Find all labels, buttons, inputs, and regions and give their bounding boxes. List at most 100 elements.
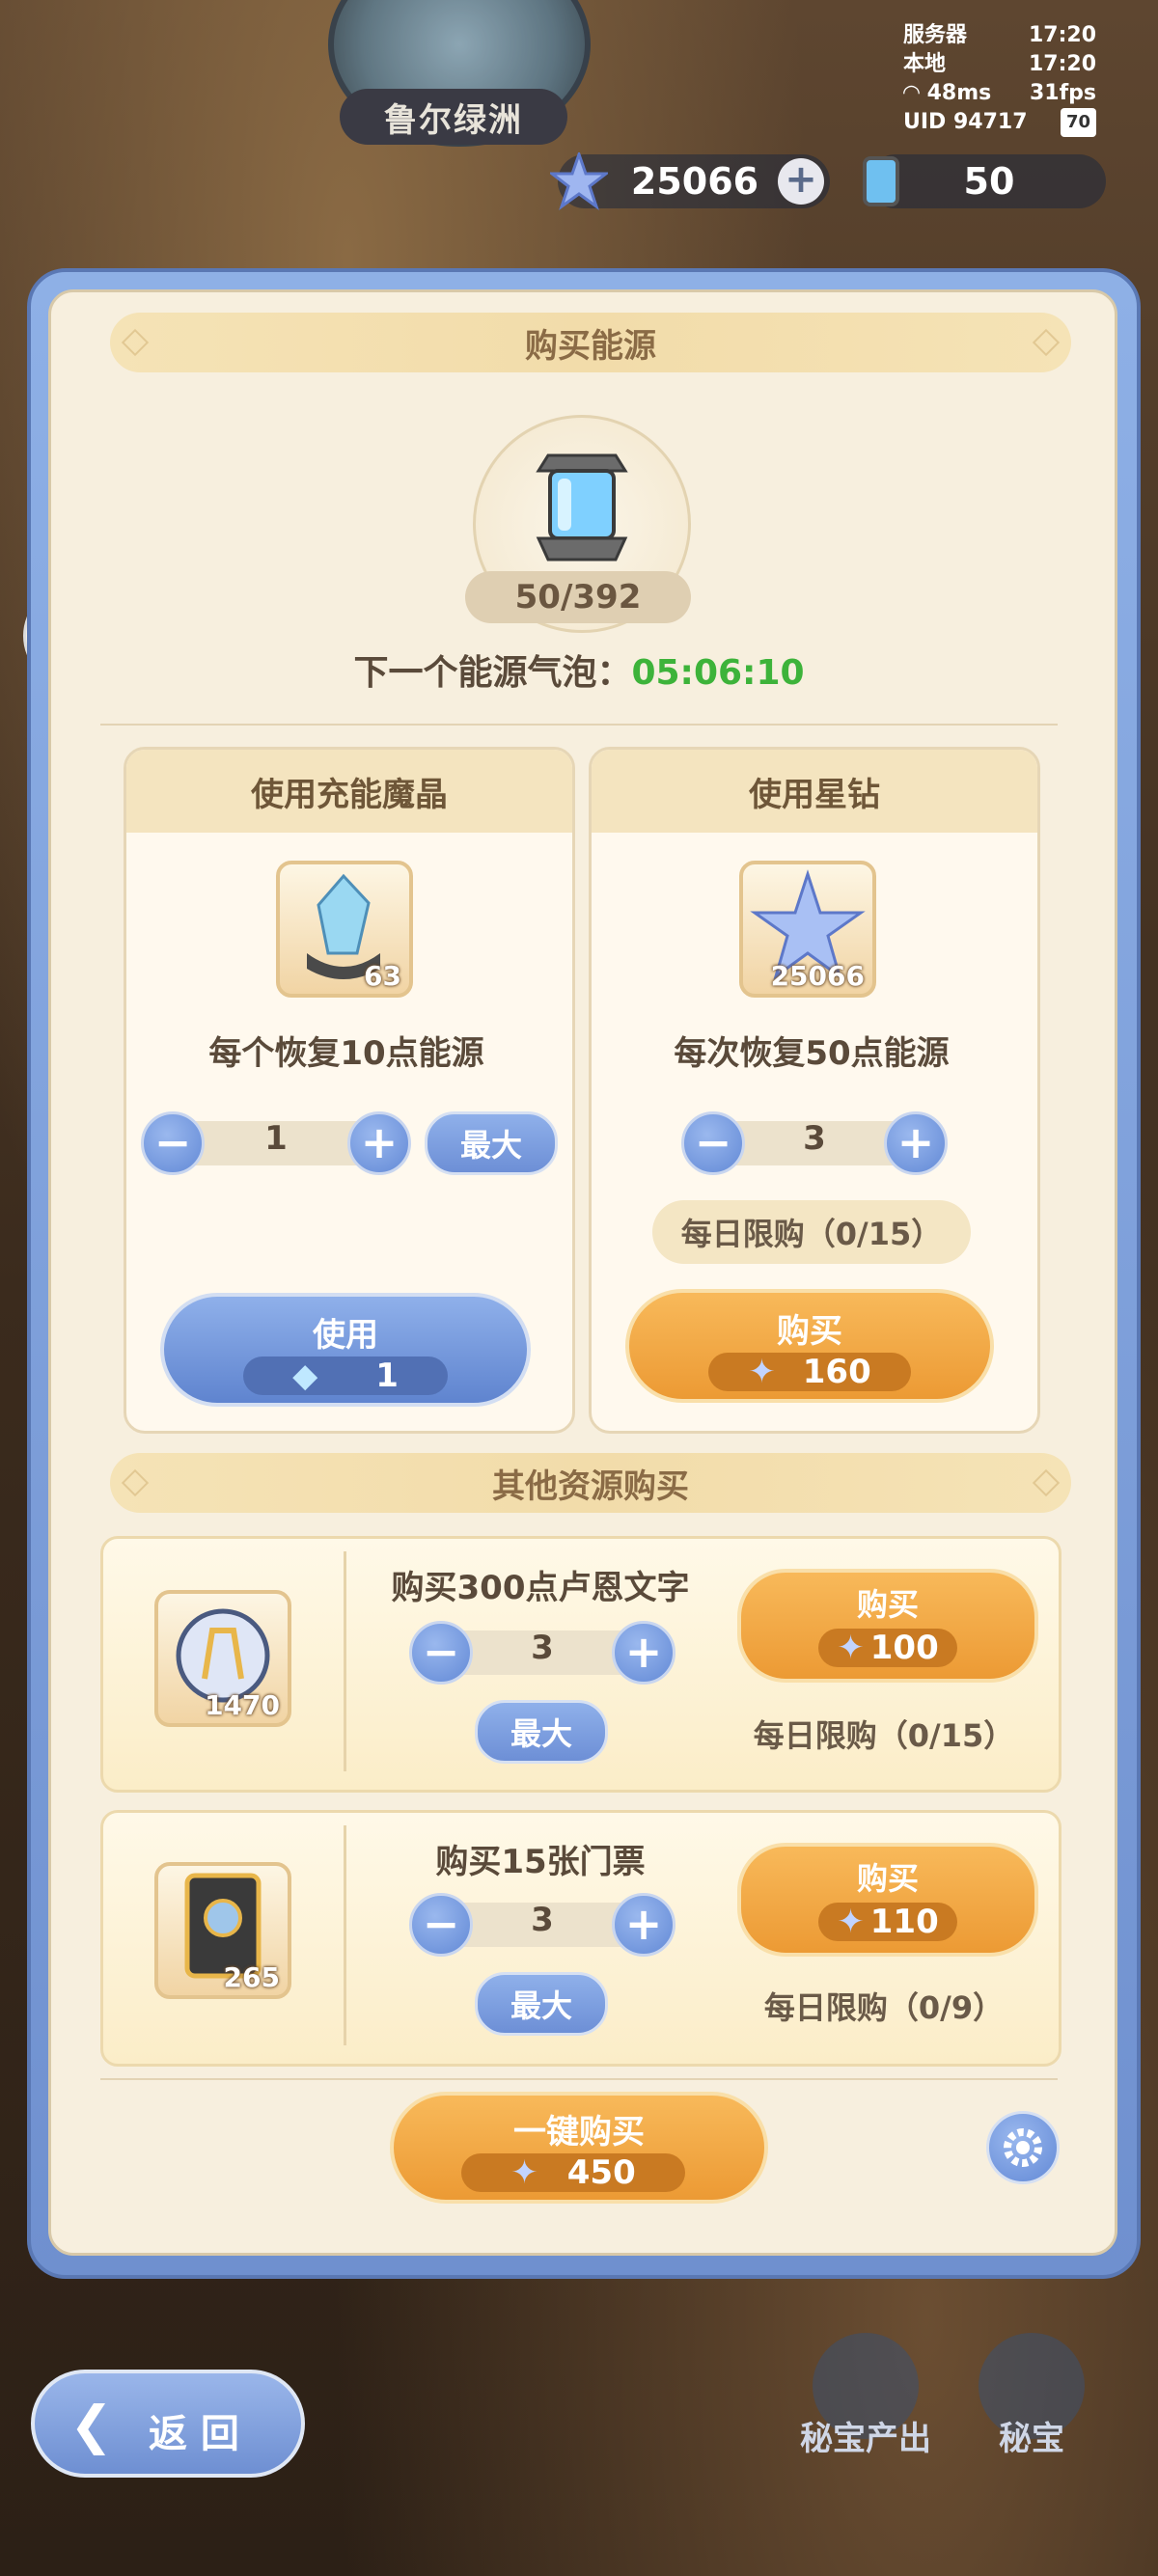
one-click-label: 一键购买	[513, 2113, 645, 2151]
row-separator	[344, 1551, 346, 1771]
next-energy-time: 05:06:10	[631, 653, 805, 693]
diamond-quantity: 3	[803, 1119, 826, 1158]
ticket-item-count: 265	[223, 1961, 280, 1993]
crystal-item-count: 63	[364, 960, 401, 992]
ticket-cost-value: 110	[869, 1903, 939, 1941]
server-time: 17:20	[1028, 23, 1096, 47]
diamond-card-title: 使用星钻	[592, 750, 1037, 833]
diamond-quantity-stepper: − 3 +	[681, 1111, 948, 1175]
use-cost: ◆ 1	[243, 1357, 448, 1395]
back-arrow-icon: ❮	[69, 2395, 114, 2455]
dialog-title-text: 购买能源	[525, 326, 656, 366]
server-label: 服务器	[903, 23, 968, 47]
rune-title: 购买300点卢恩文字	[391, 1569, 690, 1607]
diamond-item-count: 25066	[770, 960, 865, 992]
crystal-item[interactable]: 63	[276, 861, 413, 998]
rune-daily-limit: 每日限购（0/15）	[753, 1717, 1015, 1754]
back-label: 返 回	[149, 2412, 239, 2456]
increase-button[interactable]: +	[884, 1111, 948, 1175]
location-name: 鲁尔绿洲	[340, 89, 567, 145]
ticket-cost: ✦ 110	[818, 1903, 957, 1941]
crystal-quantity-stepper: − 1 +	[141, 1111, 411, 1175]
add-star-diamond-button[interactable]: +	[778, 158, 824, 205]
star-diamond-icon: ✦	[837, 1629, 865, 1667]
treasure-output-label[interactable]: 秘宝产出	[784, 2412, 948, 2459]
diamond-item[interactable]: 25066	[739, 861, 876, 998]
star-diamond-icon: ✦	[837, 1903, 865, 1941]
buy-label: 购买	[856, 1586, 919, 1623]
diamond-desc: 每次恢复50点能源	[674, 1034, 950, 1073]
crystal-card-title: 使用充能魔晶	[126, 750, 572, 833]
use-label: 使用	[313, 1316, 378, 1355]
rune-quantity: 3	[531, 1629, 554, 1667]
star-diamond-icon: ✦	[748, 1353, 776, 1391]
ping-value: 48ms	[926, 81, 992, 105]
battery-level: 70	[1065, 112, 1090, 132]
settings-button[interactable]	[986, 2111, 1060, 2184]
ping-readout: ◠ 48ms	[903, 79, 991, 108]
rune-max-button[interactable]: 最大	[475, 1700, 608, 1764]
increase-button[interactable]: +	[612, 1621, 676, 1685]
rune-item-count: 1470	[205, 1689, 280, 1721]
decrease-button[interactable]: −	[141, 1111, 205, 1175]
battery-icon: 70	[1060, 108, 1096, 137]
energy-capsule-icon	[536, 453, 628, 562]
decrease-button[interactable]: −	[681, 1111, 745, 1175]
decrease-button[interactable]: −	[409, 1893, 473, 1957]
diamond-limit-text: 每日限购（0/15）	[680, 1216, 943, 1252]
use-crystal-button[interactable]: 使用 ◆ 1	[160, 1293, 531, 1407]
local-label: 本地	[903, 52, 947, 76]
local-time: 17:20	[1028, 52, 1096, 76]
ornament-icon	[121, 1468, 150, 1497]
crystal-max-button[interactable]: 最大	[425, 1111, 558, 1175]
diamond-daily-limit: 每日限购（0/15）	[652, 1200, 971, 1264]
buy-label: 购买	[777, 1312, 842, 1351]
buy-cost-value: 160	[802, 1353, 871, 1391]
one-click-cost: ✦ 450	[461, 2153, 685, 2192]
one-click-buy-button[interactable]: 一键购买 ✦ 450	[390, 2092, 768, 2204]
buy-diamond-energy-button[interactable]: 购买 ✦ 160	[625, 1289, 994, 1403]
increase-button[interactable]: +	[347, 1111, 411, 1175]
rune-quantity-stepper: − 3 +	[409, 1621, 676, 1685]
other-resources-title-text: 其他资源购买	[492, 1466, 689, 1506]
rune-item[interactable]: 1470	[154, 1590, 291, 1727]
star-diamond-icon	[550, 152, 608, 210]
next-energy-label: 下一个能源气泡：	[353, 653, 632, 693]
rune-cost-value: 100	[869, 1629, 939, 1667]
buy-cost: ✦ 160	[708, 1353, 911, 1391]
status-panel: 服务器 17:20 本地 17:20 ◠ 48ms 31fps UID 94717 70	[903, 21, 1096, 137]
decrease-button[interactable]: −	[409, 1621, 473, 1685]
use-cost-value: 1	[375, 1357, 399, 1395]
energy-capsule-icon	[863, 156, 899, 206]
increase-button[interactable]: +	[612, 1893, 676, 1957]
next-energy-timer: 下一个能源气泡：05:06:10	[0, 644, 1158, 695]
uid-text: UID 94717	[903, 110, 1028, 134]
one-click-cost-value: 450	[566, 2153, 636, 2192]
gear-icon	[1004, 2128, 1042, 2167]
ticket-quantity: 3	[531, 1901, 554, 1939]
divider	[100, 2078, 1058, 2080]
treasure-label[interactable]: 秘宝	[969, 2412, 1094, 2459]
ticket-quantity-stepper: − 3 +	[409, 1893, 676, 1957]
buy-rune-button[interactable]: 购买 ✦ 100	[737, 1569, 1038, 1683]
energy-count: 50	[963, 160, 1015, 203]
wifi-icon: ◠	[903, 81, 927, 105]
ticket-item[interactable]: 265	[154, 1862, 291, 1999]
energy-count-pill: 50/392	[465, 571, 691, 623]
back-button[interactable]: ❮ 返 回	[31, 2370, 305, 2478]
crystal-quantity: 1	[264, 1119, 288, 1158]
ticket-title: 购买15张门票	[435, 1843, 646, 1881]
star-diamond-count: 25066	[630, 160, 759, 203]
buy-ticket-button[interactable]: 购买 ✦ 110	[737, 1843, 1038, 1957]
buy-label: 购买	[856, 1860, 919, 1897]
ornament-icon	[1032, 1468, 1061, 1497]
star-diamond-icon: ✦	[510, 2153, 538, 2192]
ornament-icon	[121, 328, 150, 357]
divider	[100, 724, 1058, 726]
dialog-title: 购买能源	[110, 313, 1071, 372]
fps-readout: 31fps	[1029, 81, 1096, 105]
crystal-small-icon: ◆	[292, 1357, 318, 1395]
rune-cost: ✦ 100	[818, 1629, 957, 1667]
other-resources-title: 其他资源购买	[110, 1453, 1071, 1513]
ticket-max-button[interactable]: 最大	[475, 1972, 608, 2036]
